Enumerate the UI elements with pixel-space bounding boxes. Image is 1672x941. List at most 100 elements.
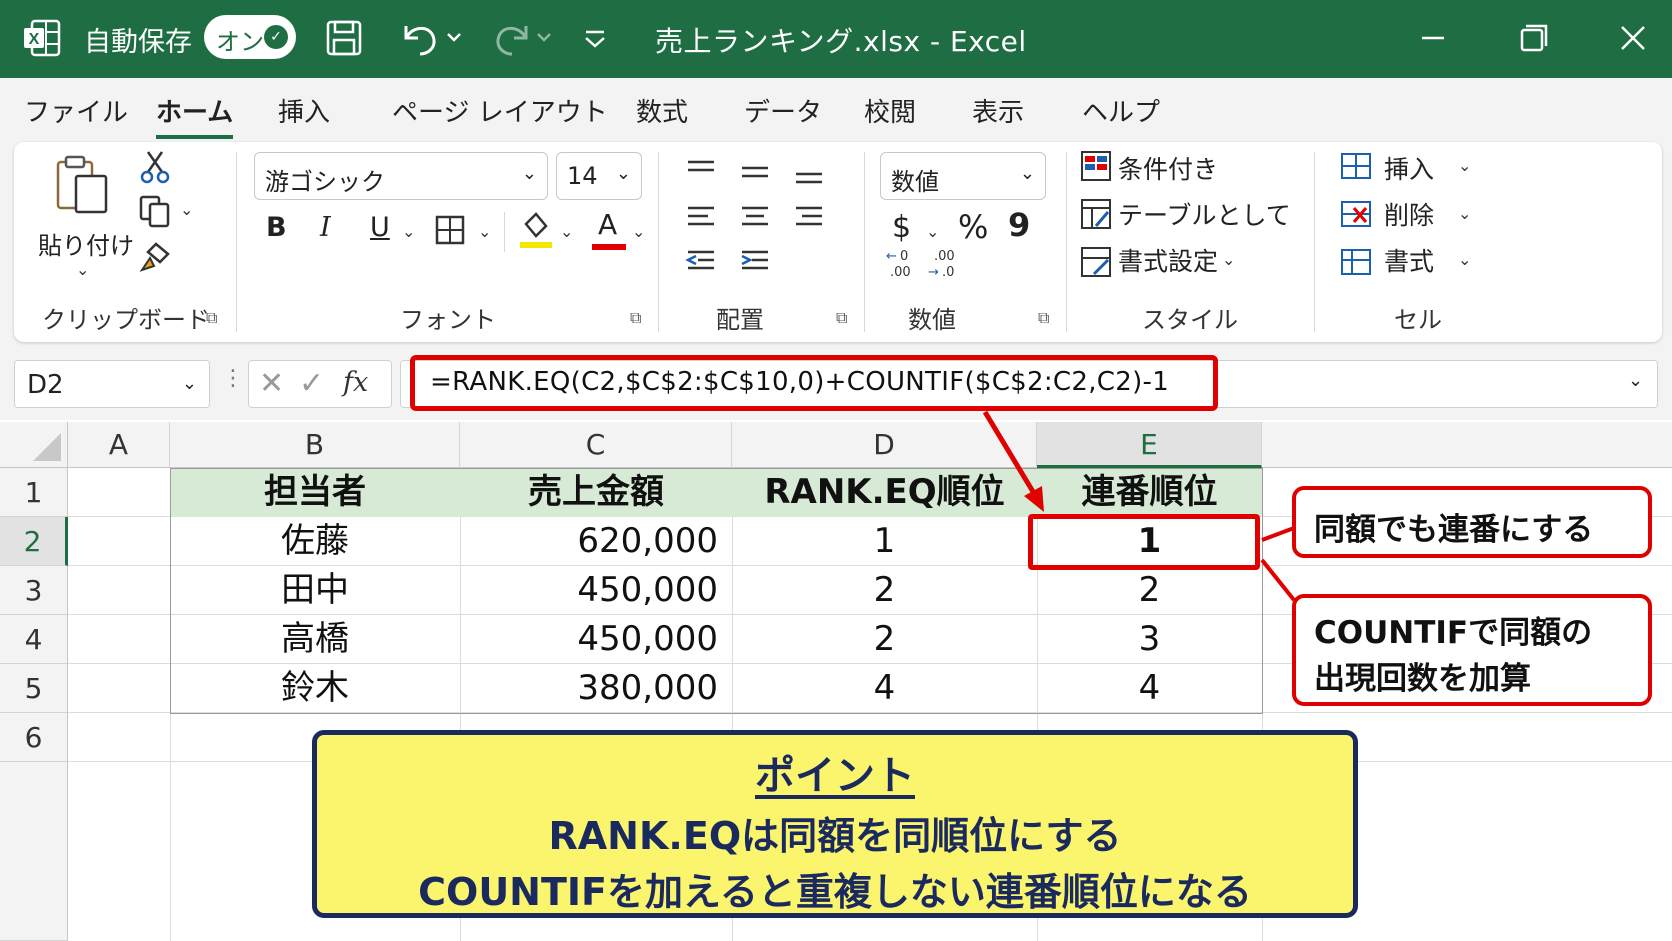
select-all-button[interactable]	[0, 422, 68, 468]
undo-icon[interactable]	[398, 16, 468, 60]
chevron-down-icon: ⌄	[181, 373, 197, 394]
delete-dropdown-icon[interactable]: ⌄	[1458, 204, 1471, 223]
cell-styles-button[interactable]: 書式設定	[1118, 242, 1218, 278]
tab-review[interactable]: 校閲	[864, 92, 916, 129]
autosave-toggle[interactable]: オン ✓	[204, 15, 296, 59]
column-header-e[interactable]: E	[1037, 422, 1262, 468]
format-cells-icon[interactable]	[1340, 246, 1372, 278]
row-header-6[interactable]: 6	[0, 713, 68, 762]
paste-label[interactable]: 貼り付け	[38, 226, 134, 261]
row-header-3[interactable]: 3	[0, 566, 68, 615]
chevron-down-icon: ⌄	[1019, 163, 1035, 184]
ribbon-tabs: ファイル ホーム 挿入 ページ レイアウト 数式 データ 校閲 表示 ヘルプ	[0, 78, 1672, 140]
column-header-d[interactable]: D	[732, 422, 1037, 468]
tab-formulas[interactable]: 数式	[636, 92, 688, 129]
expand-formula-bar-icon[interactable]: ⌄	[1628, 370, 1643, 391]
formula-bar-splitter-icon[interactable]: ⋮	[222, 366, 244, 391]
alignment-launcher-icon[interactable]: ⧉	[836, 308, 847, 328]
copy-dropdown-icon[interactable]: ⌄	[180, 200, 193, 219]
tab-file[interactable]: ファイル	[24, 92, 128, 129]
font-launcher-icon[interactable]: ⧉	[630, 308, 641, 328]
paste-dropdown-icon[interactable]: ⌄	[76, 260, 89, 279]
cell-styles-icon[interactable]	[1080, 246, 1112, 278]
delete-cells-button[interactable]: 削除	[1384, 196, 1434, 232]
font-size-dropdown[interactable]: 14 ⌄	[556, 152, 642, 200]
conditional-formatting-icon[interactable]	[1080, 150, 1112, 182]
tab-home[interactable]: ホーム	[156, 92, 234, 139]
quick-access-menu-icon[interactable]	[580, 16, 610, 60]
point-line-2: COUNTIFを加えると重複しない連番順位になる	[418, 870, 1252, 914]
autosave-label: 自動保存	[84, 27, 192, 58]
formula-buttons: ✕ ✓ fx	[248, 360, 392, 408]
comma-style-button[interactable]: 9	[1008, 206, 1030, 244]
fill-color-icon[interactable]	[518, 210, 554, 250]
column-header-c[interactable]: C	[460, 422, 732, 468]
font-color-button[interactable]: A	[592, 208, 626, 252]
percent-button[interactable]: %	[958, 208, 988, 246]
group-label-cells: セル	[1394, 306, 1442, 334]
row-header-1[interactable]: 1	[0, 468, 68, 517]
borders-icon[interactable]	[434, 214, 466, 246]
format-as-table-button[interactable]: テーブルとして	[1118, 196, 1291, 232]
number-launcher-icon[interactable]: ⧉	[1038, 308, 1049, 328]
insert-cells-button[interactable]: 挿入	[1384, 150, 1434, 186]
point-line-1: RANK.EQは同額を同順位にする	[548, 814, 1122, 858]
row-header-2[interactable]: 2	[0, 517, 68, 566]
clipboard-launcher-icon[interactable]: ⧉	[206, 308, 217, 328]
copy-icon[interactable]	[138, 194, 172, 228]
format-cells-button[interactable]: 書式	[1384, 242, 1434, 278]
delete-cells-icon[interactable]	[1340, 198, 1372, 230]
column-header-b[interactable]: B	[170, 422, 460, 468]
font-color-dropdown-icon[interactable]: ⌄	[632, 222, 645, 241]
font-size-value: 14	[567, 162, 598, 190]
callout-serial-rank-text: 同額でも連番にする	[1314, 512, 1594, 548]
point-title-text: ポイント	[755, 753, 915, 799]
minimize-icon[interactable]	[1408, 14, 1458, 62]
font-name-dropdown[interactable]: 游ゴシック ⌄	[254, 152, 548, 200]
document-title: 売上ランキング.xlsx - Excel	[655, 25, 1027, 58]
close-icon[interactable]	[1608, 14, 1658, 62]
conditional-formatting-button[interactable]: 条件付き	[1118, 150, 1218, 186]
underline-dropdown-icon[interactable]: ⌄	[402, 222, 415, 241]
borders-dropdown-icon[interactable]: ⌄	[478, 222, 491, 241]
bold-button[interactable]: B	[266, 212, 287, 243]
alignment-icons[interactable]	[674, 148, 854, 288]
tab-view[interactable]: 表示	[972, 92, 1024, 129]
save-icon[interactable]	[322, 16, 366, 60]
currency-dropdown-icon[interactable]: ⌄	[926, 222, 939, 241]
underline-button[interactable]: U	[370, 212, 390, 243]
name-box-value: D2	[27, 370, 64, 400]
format-dropdown-icon[interactable]: ⌄	[1458, 250, 1471, 269]
column-header-a[interactable]: A	[68, 422, 170, 468]
currency-button[interactable]: $	[892, 210, 911, 245]
svg-text:.00: .00	[890, 265, 911, 280]
table-border	[170, 468, 1263, 714]
autosave-toggle-label: オン	[216, 28, 264, 56]
paste-icon[interactable]	[54, 154, 110, 216]
tab-help[interactable]: ヘルプ	[1082, 92, 1160, 129]
restore-icon[interactable]	[1508, 14, 1558, 62]
insert-dropdown-icon[interactable]: ⌄	[1458, 156, 1471, 175]
fill-color-dropdown-icon[interactable]: ⌄	[560, 222, 573, 241]
increase-decimal-icon[interactable]: ← 0 .00	[884, 246, 920, 280]
tab-insert[interactable]: 挿入	[278, 92, 330, 129]
cancel-icon[interactable]: ✕	[259, 366, 284, 401]
format-as-table-icon[interactable]	[1080, 198, 1112, 230]
cell-styles-dropdown-icon[interactable]: ⌄	[1222, 250, 1235, 269]
format-painter-icon[interactable]	[138, 240, 172, 274]
number-format-dropdown[interactable]: 数値 ⌄	[880, 152, 1046, 200]
italic-button[interactable]: I	[320, 212, 331, 243]
cut-icon[interactable]	[138, 150, 172, 184]
name-box[interactable]: D2 ⌄	[14, 360, 210, 408]
row-header-4[interactable]: 4	[0, 615, 68, 664]
redo-icon[interactable]	[488, 16, 558, 60]
insert-function-button[interactable]: fx	[343, 367, 368, 398]
row-header-5[interactable]: 5	[0, 664, 68, 713]
enter-icon[interactable]: ✓	[299, 366, 324, 401]
tab-page-layout[interactable]: ページ レイアウト	[392, 92, 608, 129]
insert-cells-icon[interactable]	[1340, 150, 1372, 182]
svg-text:.0: .0	[942, 265, 954, 280]
decrease-decimal-icon[interactable]: .00 → .0	[926, 246, 962, 280]
tab-data[interactable]: データ	[744, 92, 822, 129]
title-bar: X 自動保存 オン ✓ 売上ランキング.xlsx - Excel	[0, 0, 1672, 78]
